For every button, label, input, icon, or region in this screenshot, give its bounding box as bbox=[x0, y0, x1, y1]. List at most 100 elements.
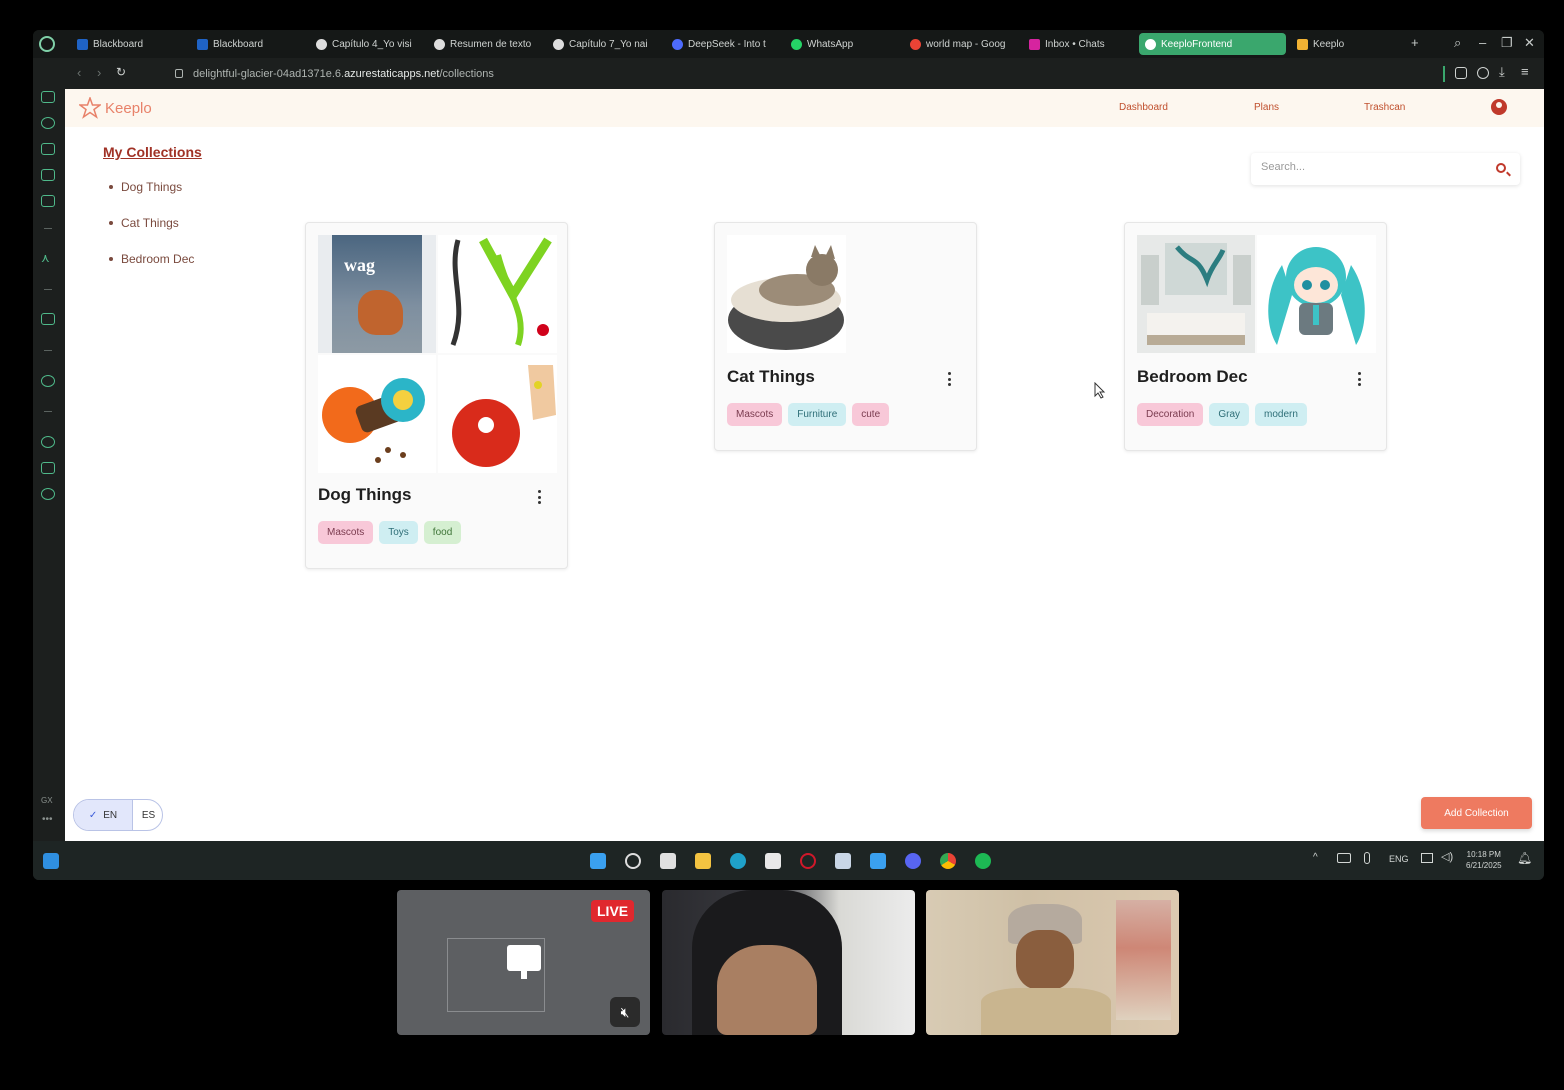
history-sync-icon[interactable] bbox=[41, 117, 55, 129]
display-icon[interactable] bbox=[1421, 853, 1433, 863]
file-explorer-icon[interactable] bbox=[695, 853, 711, 869]
keeplo-logo[interactable]: Keeplo bbox=[79, 97, 152, 119]
forward-button[interactable]: › bbox=[97, 65, 101, 80]
tag[interactable]: Mascots bbox=[727, 403, 783, 426]
volume-icon[interactable]: ◁) bbox=[1441, 850, 1453, 863]
more-icon[interactable]: ••• bbox=[42, 814, 53, 825]
participant-video-1[interactable] bbox=[662, 890, 915, 1035]
tab-capitulo-4[interactable]: Capítulo 4_Yo visi bbox=[310, 33, 420, 55]
deepseek-icon bbox=[672, 38, 683, 50]
profile-icon[interactable] bbox=[1477, 67, 1489, 79]
add-collection-button[interactable]: Add Collection bbox=[1421, 797, 1532, 829]
more-options-icon[interactable] bbox=[537, 490, 541, 504]
network-icon[interactable] bbox=[1337, 853, 1351, 863]
menu-icon[interactable]: ≡ bbox=[1521, 64, 1529, 79]
edge-icon[interactable] bbox=[730, 853, 746, 869]
extension-icon[interactable] bbox=[1455, 67, 1467, 79]
notification-bell-icon[interactable]: 🔔︎ bbox=[1517, 851, 1532, 865]
clock-icon[interactable] bbox=[41, 436, 55, 448]
maximize-button[interactable]: ❐ bbox=[1501, 35, 1513, 51]
sidebar-item-bedroom-dec[interactable]: Bedroom Dec bbox=[109, 252, 194, 266]
search-icon[interactable] bbox=[1496, 163, 1506, 173]
microphone-icon[interactable] bbox=[1364, 852, 1370, 864]
widgets-icon[interactable] bbox=[43, 853, 59, 869]
tag[interactable]: food bbox=[423, 521, 462, 544]
tag[interactable]: Decoration bbox=[1137, 403, 1204, 426]
tag-list: Decoration Gray modern bbox=[1137, 403, 1307, 426]
twitch-icon[interactable] bbox=[41, 313, 55, 325]
user-account-icon[interactable] bbox=[1491, 99, 1507, 115]
search-input[interactable] bbox=[1261, 161, 1481, 173]
dog-magazine-image: wag bbox=[318, 235, 436, 353]
snipping-tool-icon[interactable] bbox=[835, 853, 851, 869]
task-view-icon[interactable] bbox=[660, 853, 676, 869]
opera-gx-icon[interactable] bbox=[800, 853, 816, 869]
search-tabs-icon[interactable]: ⌕ bbox=[1454, 35, 1461, 51]
tab-world-map[interactable]: world map - Goog bbox=[904, 33, 1014, 55]
minimize-button[interactable]: – bbox=[1479, 35, 1486, 50]
sidebar-item-cat-things[interactable]: Cat Things bbox=[109, 216, 179, 230]
tab-keeplofrontend[interactable]: KeeploFrontend bbox=[1139, 33, 1286, 55]
collection-card-bedroom-dec[interactable]: Bedroom Dec Decoration Gray modern bbox=[1124, 222, 1387, 451]
vk-icon[interactable] bbox=[41, 195, 55, 207]
clock[interactable]: 10:18 PM 6/21/2025 bbox=[1466, 849, 1502, 871]
collection-title[interactable]: Bedroom Dec bbox=[1137, 367, 1248, 387]
tab-blackboard-1[interactable]: Blackboard bbox=[71, 33, 181, 55]
download-icon[interactable]: ⤓ bbox=[1499, 64, 1505, 80]
tag[interactable]: modern bbox=[1255, 403, 1307, 426]
tab-capitulo-7[interactable]: Capítulo 7_Yo nai bbox=[547, 33, 657, 55]
collection-card-cat-things[interactable]: Cat Things Mascots Furniture cute bbox=[714, 222, 977, 451]
messenger-icon[interactable] bbox=[41, 169, 55, 181]
tab-instagram-inbox[interactable]: Inbox • Chats bbox=[1023, 33, 1133, 55]
nav-trashcan[interactable]: Trashcan bbox=[1364, 102, 1405, 113]
reload-button[interactable]: ↻ bbox=[116, 65, 126, 79]
chevron-up-icon[interactable]: ^ bbox=[1313, 852, 1318, 863]
search-taskbar-icon[interactable] bbox=[625, 853, 641, 869]
muted-speaker-icon[interactable]: 🔇︎ bbox=[610, 997, 640, 1027]
tab-blackboard-2[interactable]: Blackboard bbox=[191, 33, 301, 55]
extensions-icon[interactable] bbox=[41, 462, 55, 474]
browser-logo-icon[interactable] bbox=[39, 36, 55, 52]
tag[interactable]: Toys bbox=[379, 521, 418, 544]
url-field[interactable]: delightful-glacier-04ad1371e.6.azurestat… bbox=[193, 68, 494, 80]
spotify-icon[interactable] bbox=[975, 853, 991, 869]
tab-resumen[interactable]: Resumen de texto bbox=[428, 33, 538, 55]
nav-plans[interactable]: Plans bbox=[1254, 102, 1279, 113]
collection-title[interactable]: Cat Things bbox=[727, 367, 815, 387]
lang-es-button[interactable]: ES bbox=[132, 800, 162, 830]
collection-title[interactable]: Dog Things bbox=[318, 485, 411, 505]
screen-share-tile[interactable]: LIVE 🔇︎ bbox=[397, 890, 650, 1035]
new-tab-button[interactable]: + bbox=[1411, 35, 1419, 50]
participant-video-2[interactable] bbox=[926, 890, 1179, 1035]
nav-dashboard[interactable]: Dashboard bbox=[1119, 102, 1168, 113]
tag[interactable]: cute bbox=[852, 403, 890, 426]
back-button[interactable]: ‹ bbox=[77, 65, 81, 80]
tab-whatsapp[interactable]: WhatsApp bbox=[785, 33, 895, 55]
tag[interactable]: Furniture bbox=[788, 403, 847, 426]
rail-divider bbox=[44, 289, 52, 290]
more-options-icon[interactable] bbox=[1357, 372, 1361, 386]
sidebar-title[interactable]: My Collections bbox=[103, 144, 202, 160]
notepad-icon[interactable] bbox=[870, 853, 886, 869]
tag-list: Mascots Toys food bbox=[318, 521, 462, 544]
player-icon[interactable] bbox=[41, 375, 55, 387]
chrome-icon[interactable] bbox=[940, 853, 956, 869]
more-options-icon[interactable] bbox=[947, 372, 951, 386]
settings-gear-icon[interactable] bbox=[41, 488, 55, 500]
windows-start-icon[interactable] bbox=[590, 853, 606, 869]
tag[interactable]: Gray bbox=[1209, 403, 1250, 426]
tab-deepseek[interactable]: DeepSeek - Into t bbox=[666, 33, 776, 55]
sidebar-item-dog-things[interactable]: Dog Things bbox=[109, 180, 182, 194]
tag[interactable]: Mascots bbox=[318, 521, 374, 544]
wallet-icon[interactable] bbox=[41, 143, 55, 155]
live-badge: LIVE bbox=[591, 900, 635, 922]
collection-card-dog-things[interactable]: wag Dog Things Mascots Toys food bbox=[305, 222, 568, 569]
tab-keeplo[interactable]: Keeplo bbox=[1291, 33, 1401, 55]
store-icon[interactable] bbox=[765, 853, 781, 869]
close-window-button[interactable]: ✕ bbox=[1524, 35, 1535, 51]
language-indicator[interactable]: ENG bbox=[1389, 854, 1409, 864]
workspaces-icon[interactable] bbox=[41, 91, 55, 103]
lang-en-button[interactable]: ✓ EN bbox=[74, 800, 132, 830]
aria-icon[interactable]: ⋏ bbox=[41, 251, 50, 265]
discord-icon[interactable] bbox=[905, 853, 921, 869]
